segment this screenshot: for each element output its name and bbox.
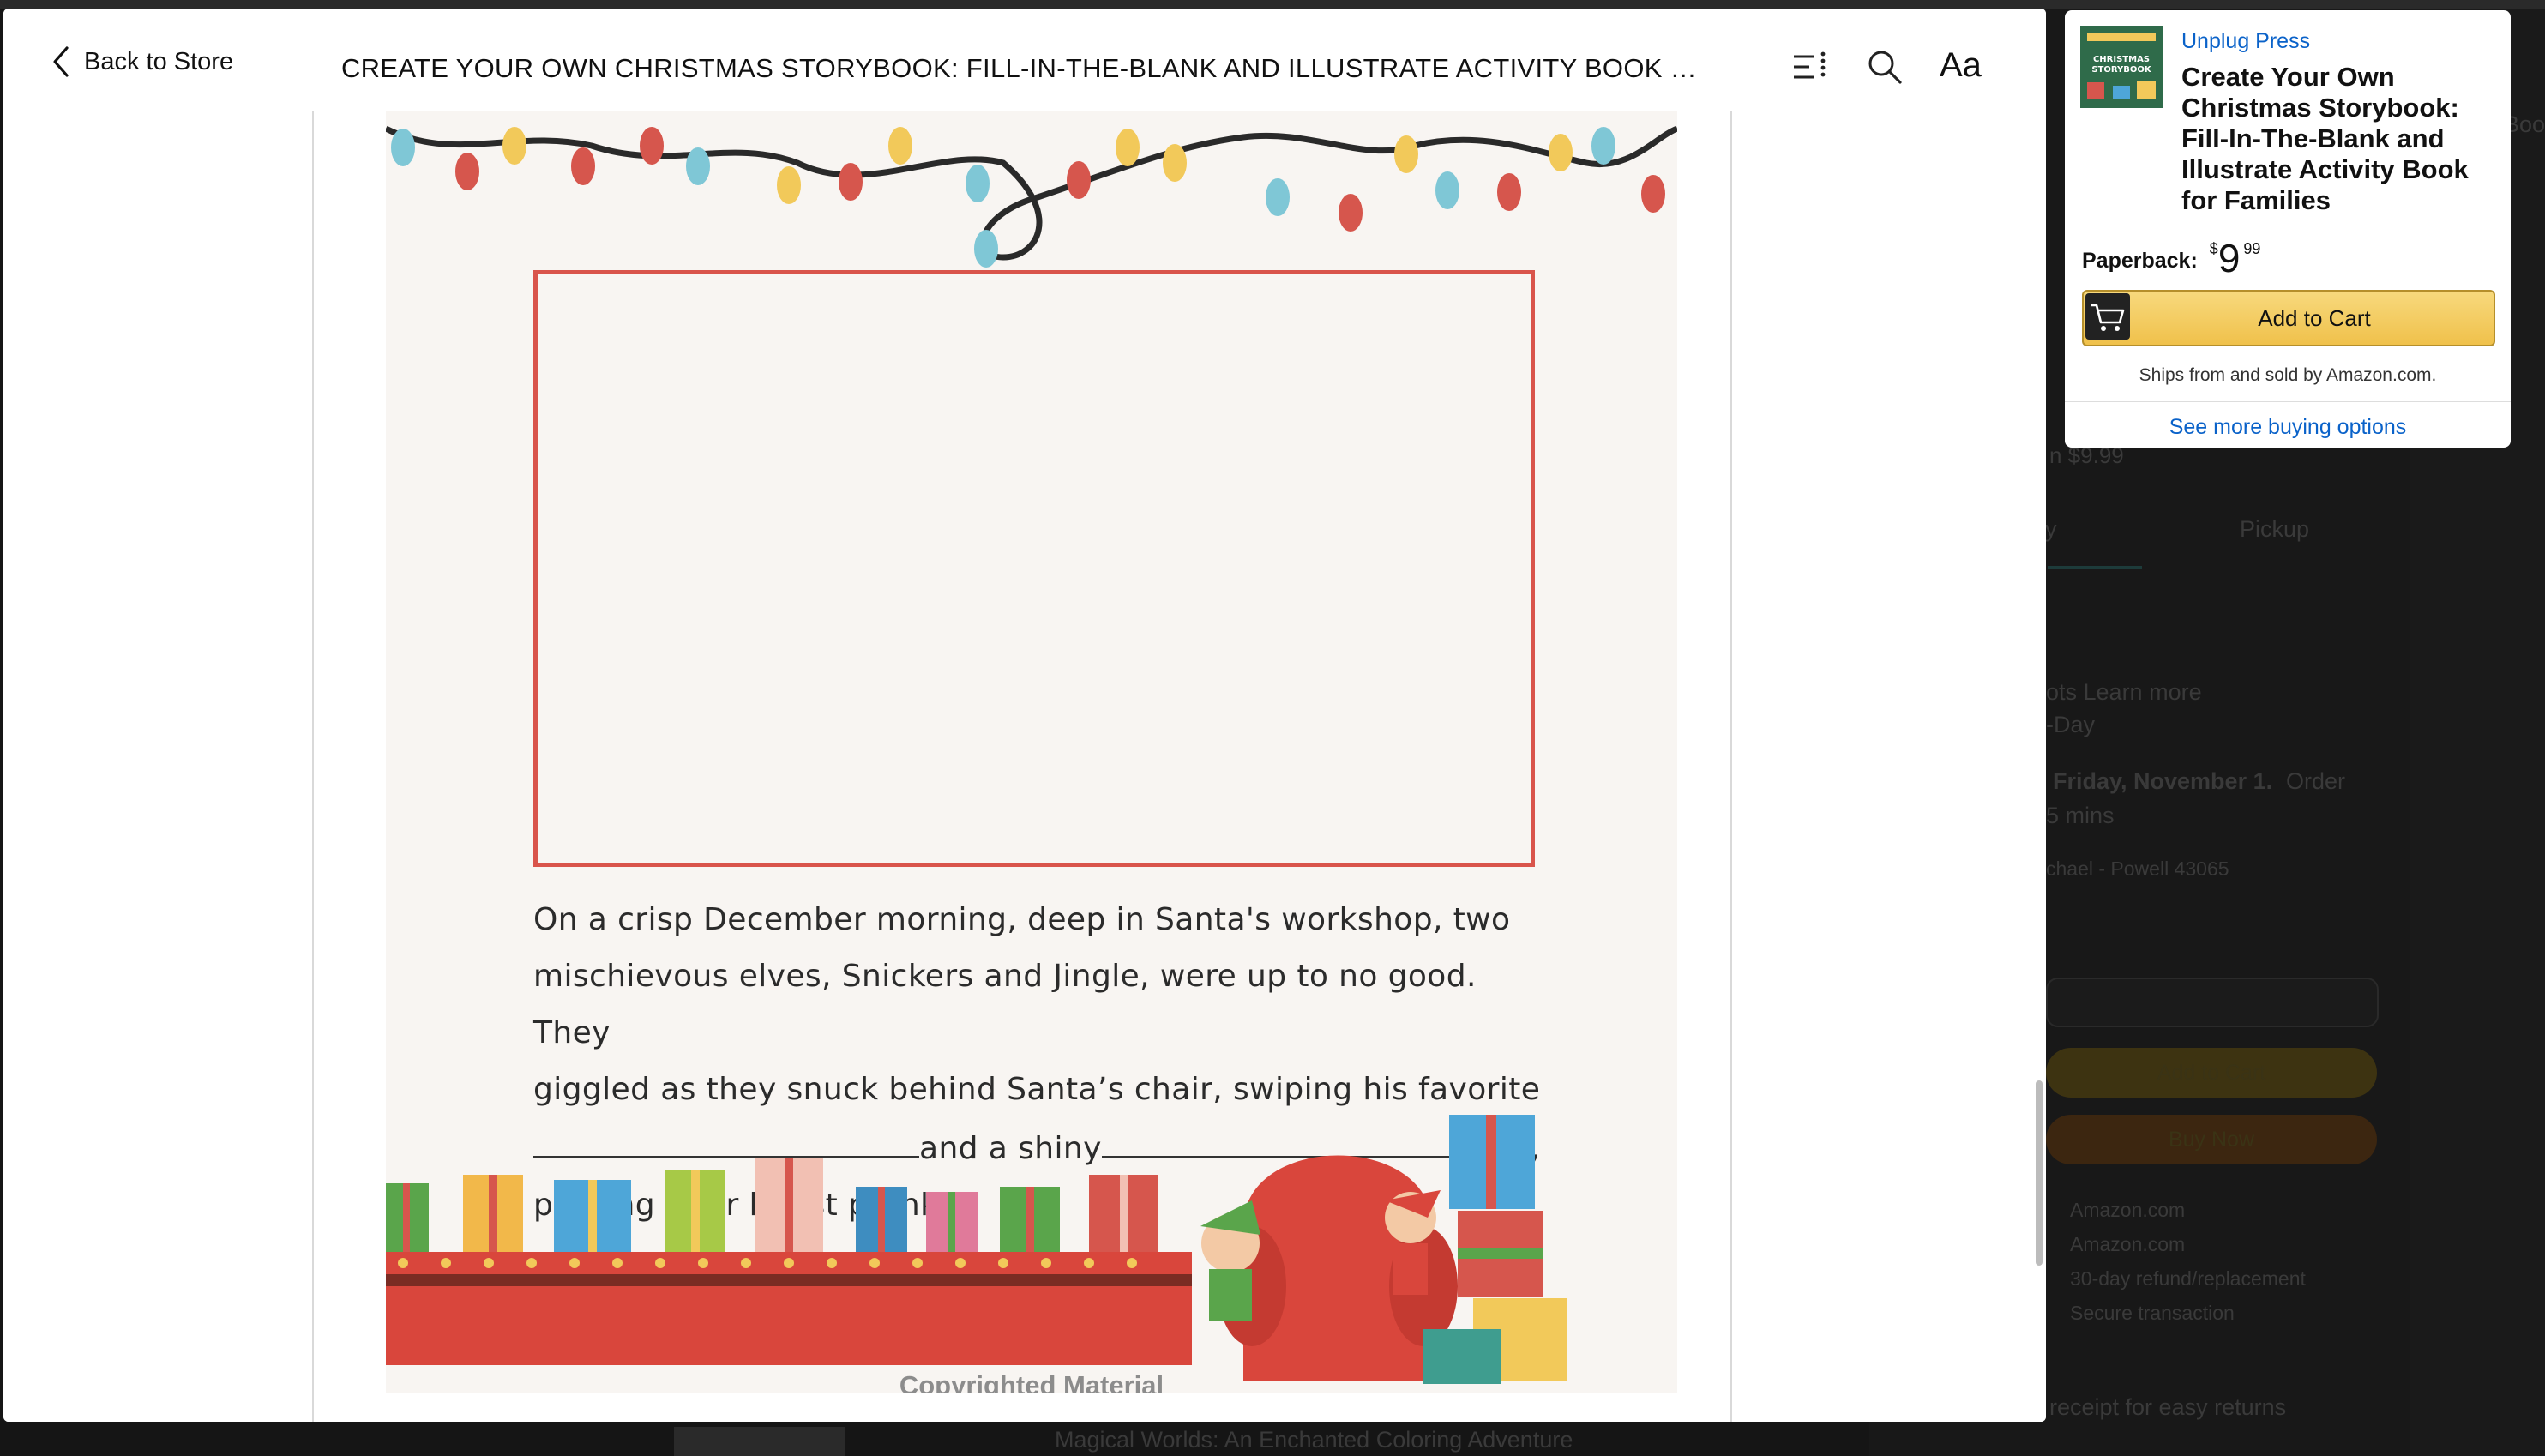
ships-from-text: Ships from and sold by Amazon.com.	[2139, 365, 2437, 385]
story-line: On a crisp December morning, deep in San…	[533, 902, 1511, 937]
bg-order-fragment: Order	[2286, 768, 2346, 794]
bg-tab-fragment: y	[2045, 516, 2057, 542]
background-topbar	[0, 0, 2545, 9]
format-label: Paperback:	[2082, 249, 2198, 273]
bg-sold-by: Amazon.com	[2070, 1233, 2186, 1255]
font-settings-button[interactable]: Aa	[1940, 46, 1982, 85]
book-cover-art: CHRISTMAS STORYBOOK	[2080, 26, 2163, 108]
see-more-buying-options-link[interactable]: See more buying options	[2065, 415, 2511, 440]
bg-location-fragment: chael - Powell 43065	[2046, 857, 2229, 880]
copyright-notice: Copyrighted Material	[899, 1370, 1164, 1393]
bg-quantity-select	[2046, 978, 2379, 1027]
page-illustration: On a crisp December morning, deep in San…	[386, 111, 1677, 1393]
price-symbol: $	[2209, 240, 2218, 257]
add-to-cart-button[interactable]: Add to Cart	[2082, 290, 2495, 346]
reader-scrollbar[interactable]	[2036, 1080, 2043, 1266]
bg-mins-fragment: 5 mins	[2046, 803, 2115, 828]
cover-text-line: CHRISTMAS	[2093, 55, 2150, 64]
bg-receipt-fragment: receipt for easy returns	[2049, 1394, 2287, 1420]
buy-popover: CHRISTMAS STORYBOOK Unplug Press Create …	[2065, 10, 2511, 448]
price-whole: 9	[2217, 236, 2241, 280]
price-fraction: 99	[2243, 240, 2261, 257]
bg-buy-now-button: Buy Now	[2046, 1115, 2377, 1164]
product-title: Create Your Own Christmas Storybook: Fil…	[2181, 62, 2469, 215]
christmas-lights-garland	[386, 125, 1677, 268]
bg-returns: 30-day refund/replacement	[2070, 1267, 2306, 1290]
book-title: CREATE YOUR OWN CHRISTMAS STORYBOOK: FIL…	[341, 53, 1705, 83]
cover-text-line: STORYBOOK	[2091, 65, 2152, 75]
bg-tab-underline	[2048, 566, 2142, 569]
format-price-row: Paperback: $9 99	[2082, 235, 2261, 281]
illustration-frame	[533, 270, 1535, 867]
table-of-contents-icon[interactable]	[1789, 46, 1830, 87]
book-cover-thumbnail[interactable]: CHRISTMAS STORYBOOK	[2080, 26, 2163, 108]
back-to-store-button[interactable]: Back to Store	[50, 41, 233, 82]
bg-add-to-cart-button: Add to Cart	[2046, 1048, 2377, 1098]
bg-day-fragment: -Day	[2046, 712, 2096, 737]
price: $9 99	[2210, 235, 2261, 281]
bg-payment: Secure transaction	[2070, 1302, 2235, 1324]
reader-window: Back to Store CREATE YOUR OWN CHRISTMAS …	[3, 9, 2046, 1422]
add-to-cart-label: Add to Cart	[2258, 305, 2371, 331]
workshop-scene-illustration	[386, 1115, 1567, 1384]
bg-returns-fragment: ots Learn more	[2046, 679, 2202, 705]
shopping-cart-icon	[2091, 304, 2125, 331]
bg-bottom-thumbnail	[674, 1427, 845, 1456]
bg-delivery-date: Friday, November 1.	[2053, 768, 2273, 794]
back-to-store-label: Back to Store	[84, 47, 234, 75]
story-line: mischievous elves, Snickers and Jingle, …	[533, 959, 1477, 1050]
reader-header: Back to Store CREATE YOUR OWN CHRISTMAS …	[3, 9, 2046, 112]
search-icon[interactable]	[1864, 46, 1905, 87]
chevron-left-icon	[53, 46, 69, 77]
bg-tab-pickup: Pickup	[2240, 516, 2310, 542]
bg-bottom-title: Magical Worlds: An Enchanted Coloring Ad…	[1055, 1427, 1573, 1453]
publisher-link[interactable]: Unplug Press	[2181, 29, 2310, 54]
reader-content: On a crisp December morning, deep in San…	[3, 111, 2046, 1422]
bg-ships-from: Amazon.com	[2070, 1199, 2186, 1221]
cart-icon-box	[2085, 293, 2130, 340]
popover-divider	[2065, 401, 2511, 402]
